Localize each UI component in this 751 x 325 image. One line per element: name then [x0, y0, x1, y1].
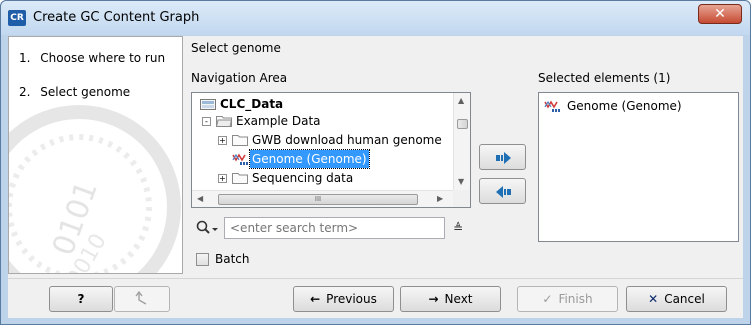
close-button[interactable]: ✕: [698, 4, 742, 24]
reset-button[interactable]: [114, 286, 170, 312]
genome-track-icon: [232, 153, 248, 165]
decorative-watermark-icon: 0101 0010: [9, 105, 181, 273]
scroll-down-icon[interactable]: ▼: [458, 177, 464, 186]
scroll-thumb[interactable]: III: [218, 194, 418, 205]
arrow-right-icon: →: [428, 292, 439, 306]
search-dropdown[interactable]: [196, 220, 220, 238]
cancel-label: Cancel: [664, 292, 705, 306]
expand-icon[interactable]: +: [218, 174, 227, 183]
arrow-left-icon: ←: [310, 292, 321, 306]
tree-item-label: CLC_Data: [220, 97, 284, 111]
wizard-step-choose-where-to-run: 1. Choose where to run: [19, 51, 165, 65]
batch-label: Batch: [215, 252, 250, 266]
step-number: 1.: [19, 51, 31, 65]
add-to-selected-button[interactable]: [479, 144, 526, 170]
collapse-icon[interactable]: -: [202, 117, 211, 126]
scroll-thumb[interactable]: [457, 119, 468, 129]
folder-icon: [232, 135, 248, 146]
scroll-right-icon[interactable]: ▶: [437, 194, 443, 203]
scroll-up-icon[interactable]: ▲: [458, 96, 464, 105]
next-button[interactable]: → Next: [400, 286, 501, 312]
dialog-window: CR Create GC Content Graph ✕ 1. Choose w…: [0, 0, 751, 325]
tree-item-label: Sequencing data: [252, 171, 354, 185]
arrow-right-icon: [496, 152, 511, 164]
scroll-left-icon[interactable]: ◀: [197, 194, 203, 203]
search-options-icon[interactable]: ≜: [449, 218, 467, 238]
genome-track-icon: [544, 100, 560, 112]
folder-icon: [232, 173, 248, 184]
finish-label: Finish: [558, 292, 593, 306]
horizontal-scrollbar[interactable]: ◀ III ▶: [192, 190, 454, 207]
expand-icon[interactable]: +: [218, 136, 227, 145]
remove-from-selected-button[interactable]: [479, 178, 526, 204]
navigation-tree[interactable]: CLC_Data - Example Data + GWB download h…: [191, 92, 471, 208]
step-label: Choose where to run: [40, 51, 166, 65]
search-input[interactable]: [224, 217, 445, 239]
undo-icon: [135, 290, 147, 305]
help-button[interactable]: ?: [49, 286, 113, 312]
folder-open-icon: [216, 116, 232, 127]
tree-item-label: Example Data: [236, 114, 321, 128]
navigation-area-label: Navigation Area: [191, 71, 288, 85]
selected-elements-label: Selected elements (1): [538, 71, 671, 85]
data-root-icon: [200, 99, 216, 110]
title-bar[interactable]: CR Create GC Content Graph ✕: [1, 1, 750, 35]
search-icon: [196, 220, 218, 234]
window-title: Create GC Content Graph: [33, 10, 200, 25]
cancel-x-icon: ✕: [648, 292, 659, 306]
cancel-button[interactable]: ✕ Cancel: [626, 286, 727, 312]
footer-divider: [8, 278, 743, 279]
dialog-body: 1. Choose where to run 2. Select genome …: [8, 36, 743, 318]
selected-elements-list[interactable]: Genome (Genome): [538, 92, 739, 242]
tree-item-label: GWB download human genome: [252, 133, 442, 147]
checkmark-icon: ✓: [542, 292, 553, 306]
previous-label: Previous: [326, 292, 377, 306]
previous-button[interactable]: ← Previous: [293, 286, 394, 312]
vertical-scrollbar[interactable]: ▲ ▼: [453, 93, 470, 191]
batch-checkbox[interactable]: [196, 253, 209, 266]
next-label: Next: [444, 292, 473, 306]
tree-item-label: Genome (Genome): [249, 149, 370, 169]
section-title: Select genome: [191, 41, 281, 55]
app-icon: CR: [8, 10, 26, 26]
scroll-corner: [453, 190, 470, 207]
wizard-steps-panel: 1. Choose where to run 2. Select genome …: [8, 36, 183, 274]
list-item-label: Genome (Genome): [567, 99, 682, 113]
finish-button[interactable]: ✓ Finish: [517, 286, 618, 312]
arrow-left-icon: [496, 186, 511, 198]
